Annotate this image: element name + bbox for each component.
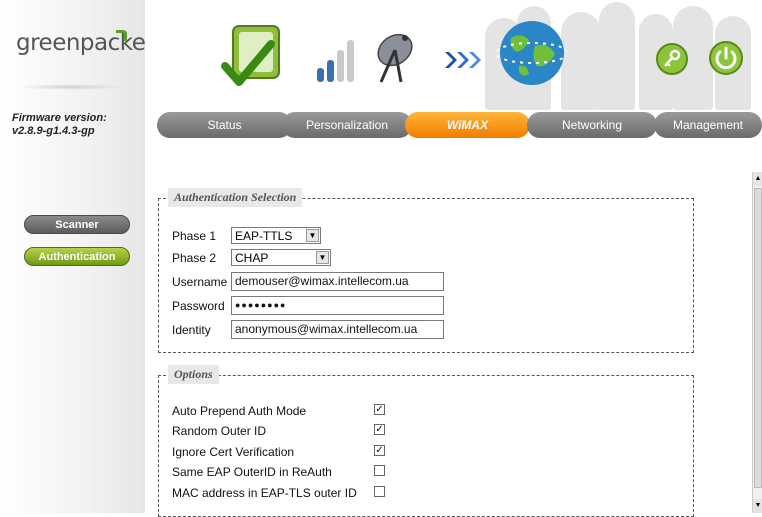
sidebar: greenpacket Firmware version: v2.8.9-g1.… bbox=[0, 0, 154, 513]
password-label: Password bbox=[172, 299, 225, 313]
identity-field[interactable]: anonymous@wimax.intellecom.ua bbox=[231, 320, 444, 339]
tab-management[interactable]: Management bbox=[654, 112, 762, 138]
option-label: MAC address in EAP-TLS outer ID bbox=[172, 486, 357, 500]
scrollbar[interactable]: ▲ ▼ bbox=[752, 172, 762, 513]
brand-logo: greenpacket bbox=[16, 30, 154, 56]
chevron-down-icon: ▼ bbox=[316, 251, 329, 264]
header-banner bbox=[145, 0, 762, 110]
scroll-thumb[interactable] bbox=[754, 188, 762, 488]
username-field[interactable]: demouser@wimax.intellecom.ua bbox=[231, 272, 444, 291]
tab-wimax[interactable]: WiMAX bbox=[405, 112, 530, 138]
phase1-value: EAP-TTLS bbox=[235, 229, 293, 243]
power-icon[interactable] bbox=[708, 40, 744, 76]
tab-networking[interactable]: Networking bbox=[527, 112, 657, 138]
random-outer-id-checkbox[interactable]: ✓ bbox=[374, 424, 385, 435]
scroll-down-icon[interactable]: ▼ bbox=[753, 499, 762, 513]
firmware-label: Firmware version: bbox=[12, 112, 107, 124]
phase2-select[interactable]: CHAP ▼ bbox=[231, 249, 331, 266]
option-label: Auto Prepend Auth Mode bbox=[172, 404, 307, 418]
options-legend: Options bbox=[168, 365, 219, 384]
tab-status[interactable]: Status bbox=[157, 112, 292, 138]
password-field[interactable]: ●●●●●●●● bbox=[231, 296, 444, 315]
satellite-dish-icon bbox=[369, 28, 417, 86]
main-tabs: Status Personalization WiMAX Networking … bbox=[157, 112, 762, 138]
ignore-cert-checkbox[interactable]: ✓ bbox=[374, 445, 385, 456]
option-label: Ignore Cert Verification bbox=[172, 445, 295, 459]
authentication-legend: Authentication Selection bbox=[168, 188, 303, 207]
key-icon[interactable] bbox=[655, 42, 689, 76]
checkmark-box-icon bbox=[221, 20, 285, 92]
logo-mark-icon bbox=[116, 30, 127, 41]
arrows-icon bbox=[443, 50, 485, 70]
auto-prepend-checkbox[interactable]: ✓ bbox=[374, 404, 385, 415]
tab-personalization[interactable]: Personalization bbox=[282, 112, 412, 138]
scroll-up-icon[interactable]: ▲ bbox=[753, 172, 762, 186]
phase1-label: Phase 1 bbox=[172, 229, 217, 243]
same-outer-id-checkbox[interactable] bbox=[374, 465, 385, 476]
phase1-select[interactable]: EAP-TTLS ▼ bbox=[231, 227, 321, 244]
logo-swoosh bbox=[18, 84, 126, 90]
phase2-value: CHAP bbox=[235, 251, 269, 265]
firmware-version: v2.8.9-g1.4.3-gp bbox=[12, 125, 95, 137]
authentication-button[interactable]: Authentication bbox=[24, 247, 130, 266]
globe-icon bbox=[495, 16, 569, 90]
username-label: Username bbox=[172, 275, 228, 289]
main-content: Authentication Selection Phase 1 EAP-TTL… bbox=[145, 140, 752, 517]
option-label: Random Outer ID bbox=[172, 424, 267, 438]
phase2-label: Phase 2 bbox=[172, 251, 217, 265]
mac-address-checkbox[interactable] bbox=[374, 486, 385, 497]
scanner-button[interactable]: Scanner bbox=[24, 215, 130, 234]
option-label: Same EAP OuterID in ReAuth bbox=[172, 465, 332, 479]
chevron-down-icon: ▼ bbox=[306, 229, 319, 242]
identity-label: Identity bbox=[172, 323, 211, 337]
signal-bars-icon bbox=[315, 38, 359, 84]
